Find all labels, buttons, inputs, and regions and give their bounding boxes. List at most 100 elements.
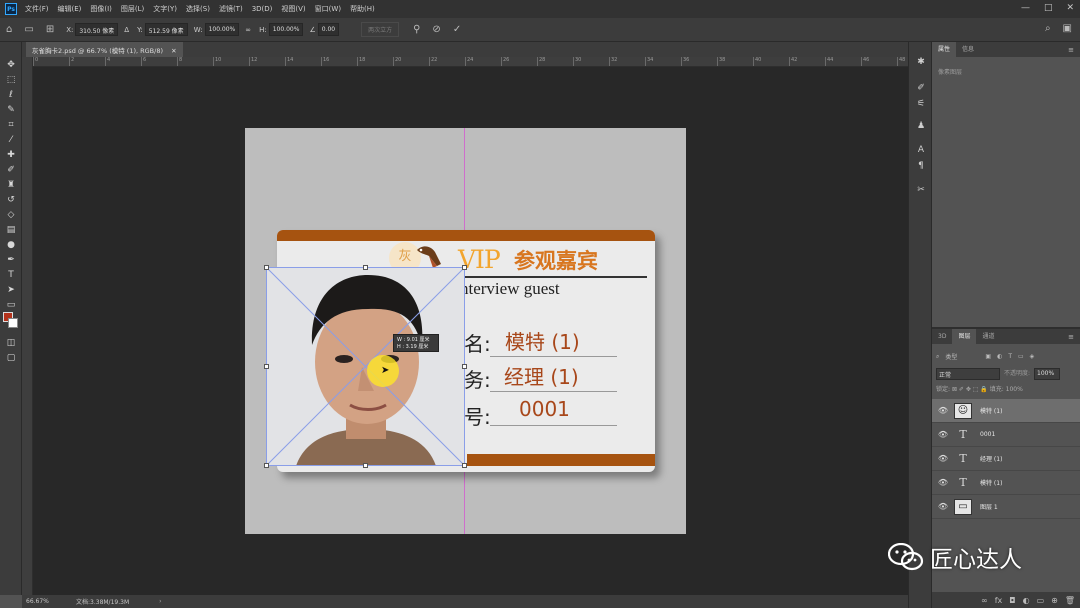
filter-search-icon[interactable]: ⌕ [936, 353, 939, 361]
tool-preset-icon[interactable]: ▭ [24, 24, 33, 35]
menu-help[interactable]: 帮助(H) [350, 4, 375, 14]
opacity-field[interactable]: 100% [1034, 368, 1061, 380]
delta-icon[interactable]: Δ [124, 26, 129, 34]
link-icon[interactable]: ∞ [245, 26, 251, 34]
layer-row[interactable]: 👁 T 经理 (1) [932, 447, 1080, 471]
home-icon[interactable]: ⌂ [6, 24, 12, 35]
adjustment-layer-icon[interactable]: ◐ [1023, 596, 1030, 605]
transform-handle-tl[interactable] [264, 265, 269, 270]
menu-filter[interactable]: 滤镜(T) [219, 4, 243, 14]
panel-menu-icon[interactable]: ≡ [1068, 46, 1074, 54]
eye-icon[interactable]: 👁 [936, 406, 950, 415]
menu-window[interactable]: 窗口(W) [315, 4, 341, 14]
paragraph-panel-icon[interactable]: ¶ [915, 160, 927, 172]
filter-pixel-icon[interactable]: ▣ [985, 353, 991, 360]
tab-3d[interactable]: 3D [932, 329, 952, 344]
free-transform-box[interactable] [264, 265, 467, 468]
delete-layer-icon[interactable]: 🗑 [1065, 596, 1075, 605]
eye-icon[interactable]: 👁 [936, 502, 950, 511]
blend-mode-select[interactable]: 正常 [936, 368, 1000, 380]
mask-icon[interactable]: ◘ [1009, 596, 1015, 605]
menu-file[interactable]: 文件(F) [25, 4, 49, 14]
quick-mask-icon[interactable]: ◫ [4, 336, 18, 350]
layer-row[interactable]: 👁 ▭ 图层 1 [932, 495, 1080, 519]
type-tool-icon[interactable]: T [4, 268, 18, 282]
history-brush-icon[interactable]: ↺ [4, 193, 18, 207]
width-field[interactable]: 100.00% [204, 23, 240, 36]
workspace-icon[interactable]: ▣ [1063, 23, 1072, 34]
minimize-button[interactable]: — [1021, 3, 1030, 13]
filter-type-icon[interactable]: T [1008, 353, 1012, 360]
layer-row[interactable]: 👁 T 0001 [932, 423, 1080, 447]
quick-select-tool-icon[interactable]: ✎ [4, 103, 18, 117]
tab-properties[interactable]: 属性 [932, 42, 957, 57]
shape-tool-icon[interactable]: ▭ [4, 298, 18, 312]
menu-layer[interactable]: 图层(L) [121, 4, 144, 14]
menu-select[interactable]: 选择(S) [186, 4, 210, 14]
transform-handle-t[interactable] [363, 265, 368, 270]
lock-icons[interactable]: ⊠ ✐ ✥ ⬚ 🔒 [952, 386, 990, 393]
document-tab[interactable]: 灰雀胸卡2.psd @ 66.7% (模特 (1), RGB/8) ✕ [26, 42, 183, 57]
layers-menu-icon[interactable]: ≡ [1068, 333, 1074, 341]
height-field[interactable]: 100.00% [268, 23, 304, 36]
tools-panel-icon[interactable]: ✂ [915, 184, 927, 196]
eyedropper-tool-icon[interactable]: ⁄ [4, 133, 18, 147]
angle-field[interactable]: 0.00 [317, 23, 340, 36]
close-tab-icon[interactable]: ✕ [171, 47, 176, 55]
horizontal-ruler[interactable]: 0 2 4 6 8 10 12 14 16 18 20 22 24 26 28 30 32 34 36 38 40 42 4… [33, 57, 908, 67]
layer-row[interactable]: 👁 ☺ 模特 (1) [932, 399, 1080, 423]
adjustments-panel-icon[interactable]: ⚟ [915, 98, 927, 110]
eye-icon[interactable]: 👁 [936, 454, 950, 463]
crop-tool-icon[interactable]: ⌗ [4, 118, 18, 132]
eraser-tool-icon[interactable]: ◇ [4, 208, 18, 222]
transform-handle-l[interactable] [264, 364, 269, 369]
tab-channels[interactable]: 通道 [976, 329, 1000, 344]
transform-handle-b[interactable] [363, 463, 368, 468]
move-tool-icon[interactable]: ✥ [4, 58, 18, 72]
gradient-tool-icon[interactable]: ▤ [4, 223, 18, 237]
menu-3d[interactable]: 3D(D) [252, 5, 273, 13]
commit-transform-button[interactable]: ✓ [453, 24, 461, 35]
filter-smart-icon[interactable]: ◈ [1030, 353, 1035, 360]
tab-info[interactable]: 信息 [956, 42, 980, 57]
marquee-tool-icon[interactable]: ⬚ [4, 73, 18, 87]
interpolation-select[interactable]: 两次立方 [361, 22, 400, 37]
warp-icon[interactable]: ⚲ [413, 24, 420, 35]
background-color-swatch[interactable] [8, 318, 18, 328]
history-panel-icon[interactable]: ✱ [915, 56, 927, 68]
transform-handle-r[interactable] [462, 364, 467, 369]
fx-icon[interactable]: fx [995, 596, 1003, 605]
stamp-tool-icon[interactable]: ♜ [4, 178, 18, 192]
transform-handle-tr[interactable] [462, 265, 467, 270]
status-menu-arrow-icon[interactable]: › [159, 598, 161, 605]
transform-handle-br[interactable] [462, 463, 467, 468]
new-layer-icon[interactable]: ⊕ [1051, 596, 1058, 605]
menu-image[interactable]: 图像(I) [90, 4, 112, 14]
character-panel-icon[interactable]: A [915, 144, 927, 156]
healing-tool-icon[interactable]: ✚ [4, 148, 18, 162]
reference-point-icon[interactable]: ⊞ [46, 24, 54, 35]
vertical-ruler[interactable] [22, 57, 33, 595]
eye-icon[interactable]: 👁 [936, 478, 950, 487]
lasso-tool-icon[interactable]: ℓ [4, 88, 18, 102]
filter-adjust-icon[interactable]: ◐ [997, 353, 1002, 360]
menu-edit[interactable]: 编辑(E) [58, 4, 82, 14]
brush-panel-icon[interactable]: ✐ [915, 82, 927, 94]
brush-tool-icon[interactable]: ✐ [4, 163, 18, 177]
close-button[interactable]: ✕ [1066, 3, 1074, 13]
layer-row[interactable]: 👁 T 模特 (1) [932, 471, 1080, 495]
x-field[interactable]: 310.50 像素 [75, 23, 119, 36]
zoom-level[interactable]: 66.67% [26, 598, 72, 605]
clone-source-icon[interactable]: ♟ [915, 120, 927, 132]
canvas-area[interactable]: 灰 VIP 参观嘉宾 nterview guest 名: 模特 (1) 务: 经… [33, 67, 908, 595]
y-field[interactable]: 512.59 像素 [144, 23, 188, 36]
transform-handle-bl[interactable] [264, 463, 269, 468]
pen-tool-icon[interactable]: ✒ [4, 253, 18, 267]
maximize-button[interactable]: □ [1044, 3, 1053, 13]
fill-field[interactable]: 100% [1006, 386, 1023, 393]
link-layers-icon[interactable]: ∞ [981, 596, 988, 605]
path-select-icon[interactable]: ➤ [4, 283, 18, 297]
tab-layers[interactable]: 图层 [952, 329, 977, 344]
group-icon[interactable]: ▭ [1037, 596, 1045, 605]
screen-mode-icon[interactable]: ▢ [4, 351, 18, 365]
